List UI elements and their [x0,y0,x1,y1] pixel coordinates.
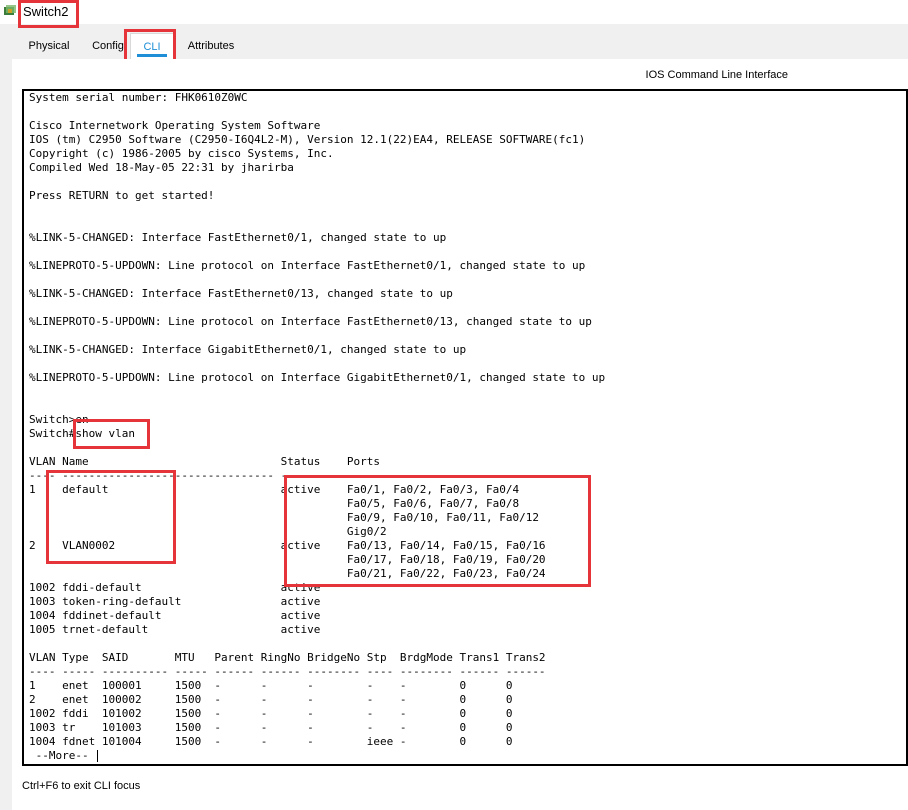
tab-bar: Physical Config CLI Attributes [12,33,908,59]
window-title: Switch2 [23,4,69,19]
terminal-output: System serial number: FHK0610Z0WC Cisco … [29,91,606,762]
tab-cli-label: CLI [143,41,161,53]
tab-cli-underline [137,54,167,57]
tab-cli[interactable]: CLI [130,33,174,59]
cli-panel: IOS Command Line Interface System serial… [12,59,908,810]
tab-attributes[interactable]: Attributes [176,33,246,59]
more-prompt: --More-- [29,749,96,762]
cli-terminal[interactable]: System serial number: FHK0610Z0WC Cisco … [22,89,908,766]
cli-focus-hint: Ctrl+F6 to exit CLI focus [22,780,141,792]
tab-physical[interactable]: Physical [12,33,86,59]
text-cursor [97,750,99,762]
panel-title: IOS Command Line Interface [645,69,788,81]
switch-app-icon [4,5,16,15]
tab-config[interactable]: Config [78,33,138,59]
title-bar: Switch2 [0,0,908,24]
